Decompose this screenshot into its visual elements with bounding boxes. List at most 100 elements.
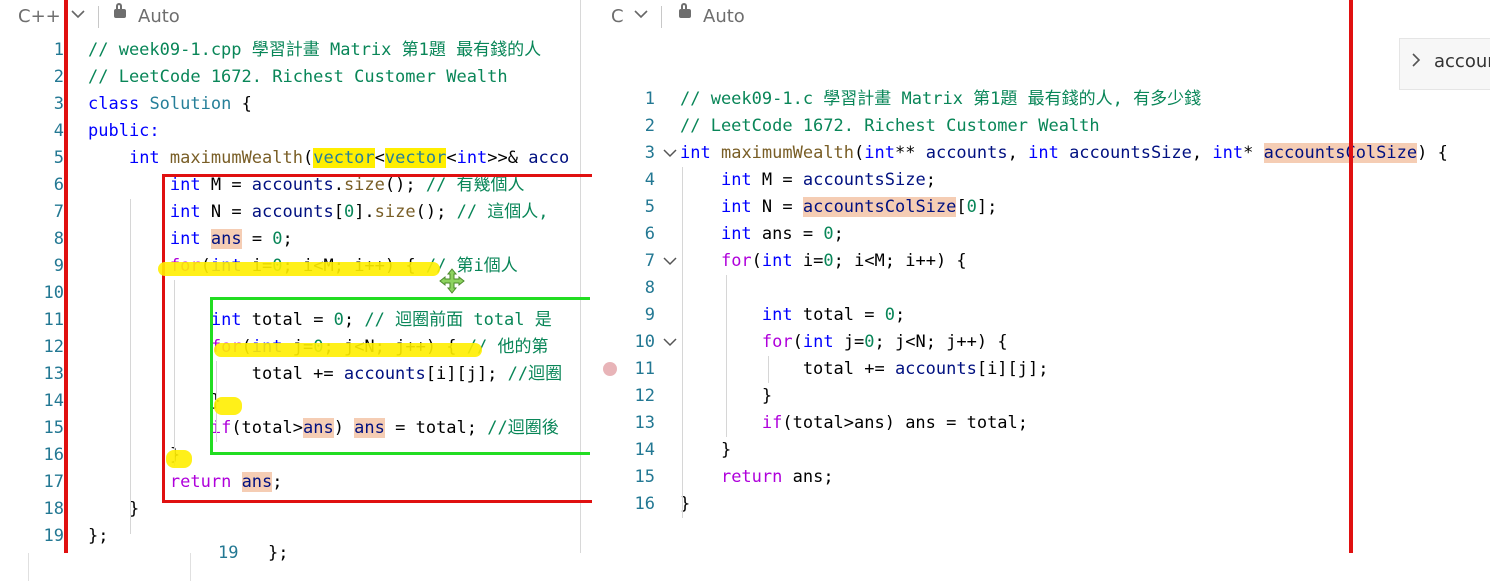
code-text: };	[88, 523, 108, 550]
line-number: 15	[43, 418, 64, 438]
code-line[interactable]: 2 // LeetCode 1672. Richest Customer Weal…	[581, 113, 1490, 140]
code-token: accounts	[894, 359, 977, 379]
code-text: total += accounts[i][j];	[680, 356, 1049, 383]
indent-guide	[682, 167, 683, 518]
fold-chevron-icon[interactable]	[662, 254, 678, 272]
code-line[interactable]: 19};	[0, 523, 580, 550]
code-token: int	[720, 170, 752, 190]
code-text: // LeetCode 1672. Richest Customer Wealt…	[88, 64, 508, 91]
lock-mode-label[interactable]: Auto	[703, 6, 745, 27]
code-token: 0	[864, 332, 875, 352]
code-line[interactable]: 14 }	[581, 437, 1490, 464]
line-number: 2	[644, 116, 655, 136]
line-number: 13	[43, 364, 64, 384]
code-line[interactable]: 4 int M = accountsSize;	[581, 167, 1490, 194]
line-number: 13	[634, 413, 655, 433]
code-line[interactable]: 5 int maximumWealth(vector<vector<int>>&…	[0, 145, 580, 172]
code-line[interactable]: 8	[581, 275, 1490, 302]
code-token: int	[680, 143, 711, 163]
indent-guide	[768, 356, 769, 383]
code-line[interactable]: 4 public:	[0, 118, 580, 145]
right-code-area[interactable]: 1 // week09-1.c 學習計畫 Matrix 第1題 最有錢的人, 有多…	[581, 86, 1490, 526]
code-text: if(total>ans) ans = total;	[680, 410, 1028, 437]
code-token: accounts	[925, 143, 1008, 163]
line-number: 7	[644, 251, 655, 271]
code-line[interactable]: 5 int N = accountsColSize[0];	[581, 194, 1490, 221]
line-number: 2	[53, 67, 64, 87]
line-number: 18	[43, 499, 64, 519]
code-line[interactable]: 13 if(total>ans) ans = total;	[581, 410, 1490, 437]
code-token: ;	[894, 305, 906, 325]
code-token: // LeetCode 1672. Richest Customer Wealt…	[88, 67, 508, 87]
code-token: ];	[976, 197, 998, 217]
language-selector[interactable]: C	[611, 6, 624, 27]
code-line[interactable]: 12 }	[581, 383, 1490, 410]
code-token: <	[446, 148, 457, 168]
code-token: // LeetCode 1672. Richest Customer Wealt…	[680, 116, 1100, 136]
code-text: // week09-1.cpp 學習計畫 Matrix 第1題 最有錢的人	[88, 37, 541, 64]
code-text: }	[88, 496, 139, 523]
line-number: 8	[644, 278, 655, 298]
lock-mode-label[interactable]: Auto	[138, 6, 180, 27]
code-line[interactable]: 2 // LeetCode 1672. Richest Customer Weal…	[0, 64, 580, 91]
lock-icon[interactable]	[679, 3, 691, 18]
code-line[interactable]: 16}	[581, 491, 1490, 518]
code-token: int	[761, 251, 793, 271]
language-selector[interactable]: C++	[18, 6, 61, 27]
code-token: for	[720, 251, 752, 271]
code-line[interactable]: 3 class Solution {	[0, 91, 580, 118]
line-number: 14	[634, 440, 655, 460]
lock-icon[interactable]	[114, 3, 126, 18]
code-token: ;	[833, 224, 844, 244]
code-text: for(int i=0; i<M; i++) {	[680, 248, 967, 275]
annotation-yellow-marker	[158, 262, 440, 276]
annotation-yellow-marker	[166, 450, 192, 468]
breadcrumb[interactable]: accoun	[1399, 38, 1490, 90]
code-token: [	[956, 197, 967, 217]
code-token: vector	[384, 148, 447, 168]
fold-chevron-icon[interactable]	[662, 146, 678, 164]
chevron-down-icon[interactable]	[70, 6, 86, 26]
line-number: 3	[53, 94, 64, 114]
code-line[interactable]: 10 for(int j=0; j<N; j++) {	[581, 329, 1490, 356]
code-line[interactable]: 6 int ans = 0;	[581, 221, 1490, 248]
chevron-down-icon[interactable]	[633, 6, 649, 26]
line-number: 5	[644, 197, 655, 217]
code-token: >>&	[487, 148, 529, 168]
code-line[interactable]: 9 int total = 0;	[581, 302, 1490, 329]
code-token: int	[761, 305, 793, 325]
code-line[interactable]: 7 for(int i=0; i<M; i++) {	[581, 248, 1490, 275]
breadcrumb-label: accoun	[1434, 51, 1490, 72]
code-line[interactable]: 11 total += accounts[i][j];	[581, 356, 1490, 383]
line-number: 10	[634, 332, 655, 352]
code-token: Solution	[149, 94, 232, 114]
code-line[interactable]: 3 int maximumWealth(int** accounts, int a…	[581, 140, 1490, 167]
editor-underlay: 19 };	[0, 543, 580, 581]
code-token: // week09-1.c 學習計畫 Matrix 第1題 最有錢的人, 有多少…	[680, 89, 1202, 109]
code-token: (	[751, 251, 762, 271]
code-token: j=	[833, 332, 865, 352]
code-token: <	[374, 148, 385, 168]
code-token: ,	[1191, 143, 1213, 163]
code-token: ; j<N; j++) {	[874, 332, 1008, 352]
code-text: // LeetCode 1672. Richest Customer Wealt…	[680, 113, 1100, 140]
code-token: class	[88, 94, 140, 114]
line-number: 8	[53, 229, 64, 249]
code-token: accountsSize	[1069, 143, 1192, 163]
code-fragment: };	[268, 543, 289, 563]
code-token: **	[895, 143, 926, 163]
line-number: 9	[53, 256, 64, 276]
code-line[interactable]: 15 return ans;	[581, 464, 1490, 491]
move-cursor-icon	[438, 267, 466, 299]
code-line[interactable]: 1 // week09-1.c 學習計畫 Matrix 第1題 最有錢的人, 有多…	[581, 86, 1490, 113]
code-token: int	[128, 148, 160, 168]
fold-chevron-icon[interactable]	[662, 335, 678, 353]
code-token: [i][j];	[976, 359, 1049, 379]
line-number: 17	[43, 472, 64, 492]
code-line[interactable]: 1 // week09-1.cpp 學習計畫 Matrix 第1題 最有錢的人	[0, 37, 580, 64]
breakpoint-icon[interactable]	[603, 362, 617, 376]
code-token: total +=	[680, 359, 895, 379]
